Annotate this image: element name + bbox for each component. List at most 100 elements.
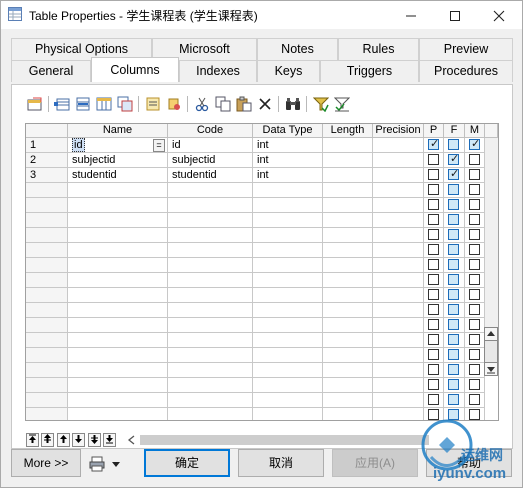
scroll-down-icon[interactable] <box>484 362 498 376</box>
grid-cell-code[interactable] <box>168 393 253 408</box>
checkbox-p[interactable] <box>428 304 439 315</box>
checkbox-f[interactable] <box>448 334 459 345</box>
checkbox-p[interactable] <box>428 394 439 405</box>
grid-cell-precision[interactable] <box>373 303 424 318</box>
checkbox-p[interactable] <box>428 319 439 330</box>
grid-cell-p[interactable]: ✓ <box>424 138 444 153</box>
grid-cell-f[interactable] <box>444 198 465 213</box>
checkbox-m[interactable] <box>469 184 480 195</box>
grid-cell-precision[interactable] <box>373 333 424 348</box>
grid-cell-p[interactable] <box>424 348 444 363</box>
column-header-primary[interactable]: P <box>424 124 444 138</box>
grid-cell-type[interactable] <box>253 198 323 213</box>
table-row[interactable] <box>26 303 498 318</box>
grid-cell-precision[interactable] <box>373 183 424 198</box>
grid-cell-f[interactable] <box>444 228 465 243</box>
checkbox-m[interactable] <box>469 394 480 405</box>
checkbox-m[interactable] <box>469 364 480 375</box>
table-row[interactable] <box>26 258 498 273</box>
checkbox-p[interactable] <box>428 334 439 345</box>
grid-cell-precision[interactable] <box>373 153 424 168</box>
horizontal-scrollbar[interactable] <box>126 433 431 447</box>
table-row[interactable] <box>26 288 498 303</box>
checkbox-f[interactable] <box>448 184 459 195</box>
grid-cell-code[interactable] <box>168 348 253 363</box>
grid-cell-code[interactable]: subjectid <box>168 153 253 168</box>
grid-cell-name[interactable] <box>68 408 168 420</box>
column-header-mandatory[interactable]: M <box>465 124 485 138</box>
checkbox-f[interactable] <box>448 214 459 225</box>
grid-cell-p[interactable] <box>424 273 444 288</box>
grid-cell-name[interactable] <box>68 258 168 273</box>
grid-cell-m[interactable] <box>465 378 485 393</box>
grid-cell-precision[interactable] <box>373 168 424 183</box>
grid-cell-code[interactable] <box>168 213 253 228</box>
grid-cell-length[interactable] <box>323 408 373 420</box>
close-button[interactable] <box>477 1 521 29</box>
checkbox-f[interactable] <box>448 349 459 360</box>
grid-cell-precision[interactable] <box>373 228 424 243</box>
grid-cell-length[interactable] <box>323 318 373 333</box>
checkbox-p[interactable] <box>428 154 439 165</box>
tab-notes[interactable]: Notes <box>257 38 338 60</box>
checkbox-p[interactable]: ✓ <box>428 138 439 150</box>
grid-cell-f[interactable] <box>444 213 465 228</box>
grid-cell-m[interactable] <box>465 213 485 228</box>
grid-cell-code[interactable] <box>168 258 253 273</box>
grid-cell-type[interactable]: int <box>253 153 323 168</box>
grid-cell-code[interactable] <box>168 303 253 318</box>
tab-procedures[interactable]: Procedures <box>419 60 513 82</box>
grid-cell-type[interactable] <box>253 213 323 228</box>
checkbox-p[interactable] <box>428 364 439 375</box>
checkbox-m[interactable] <box>469 214 480 225</box>
grid-cell-p[interactable] <box>424 318 444 333</box>
grid-cell-length[interactable] <box>323 183 373 198</box>
column-header-length[interactable]: Length <box>323 124 373 138</box>
checkbox-m[interactable]: ✓ <box>469 138 480 150</box>
grid-cell-precision[interactable] <box>373 393 424 408</box>
tab-triggers[interactable]: Triggers <box>320 60 419 82</box>
grid-cell-code[interactable] <box>168 378 253 393</box>
grid-cell-f[interactable] <box>444 318 465 333</box>
grid-cell-m[interactable] <box>465 318 485 333</box>
column-header-data-type[interactable]: Data Type <box>253 124 323 138</box>
grid-cell-length[interactable] <box>323 198 373 213</box>
grid-cell-type[interactable] <box>253 408 323 420</box>
checkbox-m[interactable] <box>469 154 480 165</box>
table-row[interactable] <box>26 363 498 378</box>
grid-cell-p[interactable] <box>424 228 444 243</box>
table-row[interactable] <box>26 243 498 258</box>
checkbox-f[interactable] <box>448 319 459 330</box>
table-row[interactable]: 1 id = id int ✓ ✓ <box>26 138 498 153</box>
grid-cell-name[interactable] <box>68 183 168 198</box>
grid-cell-m[interactable] <box>465 393 485 408</box>
checkbox-m[interactable] <box>469 379 480 390</box>
checkbox-m[interactable] <box>469 349 480 360</box>
grid-cell-name[interactable] <box>68 273 168 288</box>
grid-cell-code[interactable] <box>168 273 253 288</box>
table-row[interactable] <box>26 213 498 228</box>
grid-cell-f[interactable] <box>444 393 465 408</box>
grid-cell-name[interactable] <box>68 363 168 378</box>
grid-cell-precision[interactable] <box>373 243 424 258</box>
checkbox-f[interactable] <box>448 379 459 390</box>
checkbox-m[interactable] <box>469 259 480 270</box>
grid-cell-length[interactable] <box>323 378 373 393</box>
checkbox-f[interactable] <box>448 274 459 285</box>
scroll-up-icon[interactable] <box>484 327 498 341</box>
checkbox-f[interactable] <box>448 304 459 315</box>
grid-cell-p[interactable] <box>424 243 444 258</box>
grid-cell-type[interactable] <box>253 303 323 318</box>
grid-cell-p[interactable] <box>424 333 444 348</box>
grid-cell-code[interactable] <box>168 228 253 243</box>
checkbox-p[interactable] <box>428 244 439 255</box>
grid-cell-p[interactable] <box>424 213 444 228</box>
grid-cell-m[interactable] <box>465 228 485 243</box>
grid-cell-f[interactable] <box>444 333 465 348</box>
grid-cell-precision[interactable] <box>373 288 424 303</box>
checkbox-f[interactable] <box>448 199 459 210</box>
grid-cell-type[interactable] <box>253 348 323 363</box>
checkbox-m[interactable] <box>469 319 480 330</box>
grid-cell-p[interactable] <box>424 363 444 378</box>
grid-cell-name[interactable]: id = <box>68 138 168 153</box>
